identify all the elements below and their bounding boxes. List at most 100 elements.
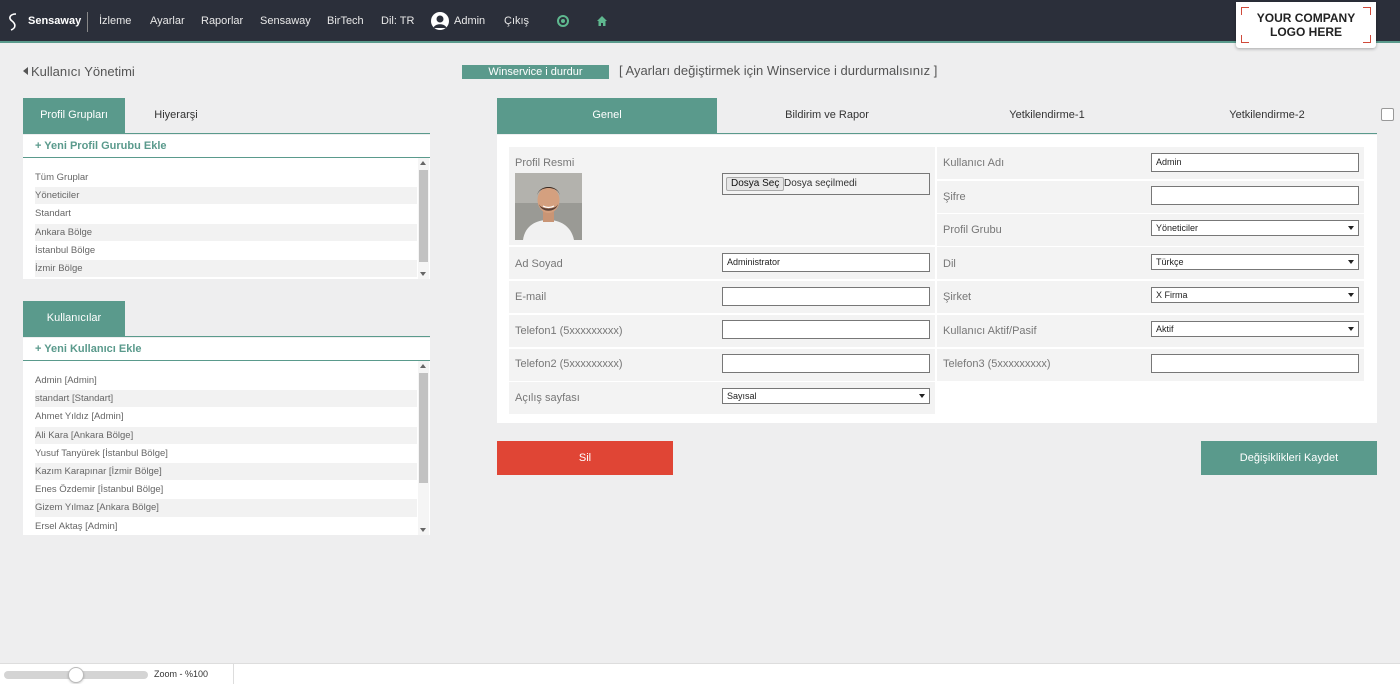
tab-general[interactable]: Genel (497, 98, 717, 133)
tab-authorization-1[interactable]: Yetkilendirme-1 (937, 98, 1157, 133)
email-input[interactable] (722, 287, 930, 306)
active-select[interactable]: Aktif (1151, 321, 1359, 337)
file-status-text: Dosya seçilmedi (784, 178, 857, 189)
users-tab-bar: Kullanıcılar (23, 301, 430, 337)
phone3-label: Telefon3 (5xxxxxxxxx) (943, 358, 1051, 370)
nav-language[interactable]: Dil: TR (381, 15, 414, 27)
add-profile-group-button[interactable]: + Yeni Profil Gurubu Ekle (23, 135, 430, 158)
profile-photo-label: Profil Resmi (515, 157, 575, 169)
top-bar: Sensaway İzleme Ayarlar Raporlar Sensawa… (0, 0, 1400, 48)
user-avatar-icon[interactable] (431, 12, 449, 30)
tab-notification-report[interactable]: Bildirim ve Rapor (717, 98, 937, 133)
profile-group-select[interactable]: Yöneticiler (1151, 220, 1359, 236)
list-item[interactable]: Tüm Gruplar (35, 169, 417, 188)
username-label: Kullanıcı Adı (943, 157, 1005, 169)
email-label: E-mail (515, 291, 547, 303)
zoom-label: Zoom - %100 (154, 669, 209, 679)
profile-photo-file-input[interactable]: Dosya Seç Dosya seçilmedi (722, 173, 930, 195)
status-indicator-icon[interactable] (557, 15, 569, 27)
nav-sensaway[interactable]: Sensaway (260, 15, 311, 27)
settings-tab-bar: Genel Bildirim ve Rapor Yetkilendirme-1 … (497, 98, 1377, 134)
phone1-label: Telefon1 (5xxxxxxxxx) (515, 325, 623, 337)
nav-settings[interactable]: Ayarlar (150, 15, 185, 27)
tab-checkbox[interactable] (1381, 108, 1394, 121)
full-name-input[interactable]: Administrator (722, 253, 930, 272)
list-item[interactable]: İstanbul Bölge (35, 242, 417, 260)
list-item[interactable]: Standart (35, 205, 417, 224)
tab-users[interactable]: Kullanıcılar (23, 301, 125, 336)
scroll-down-icon[interactable] (420, 272, 426, 276)
choose-file-button[interactable]: Dosya Seç (726, 177, 785, 191)
active-value: Aktif (1156, 324, 1174, 334)
phone3-input[interactable] (1151, 354, 1359, 373)
password-label: Şifre (943, 191, 966, 203)
stop-winservice-button[interactable]: Winservice i durdur (462, 65, 609, 79)
list-item[interactable]: Yusuf Tanyürek [İstanbul Bölge] (35, 445, 417, 463)
scroll-down-icon[interactable] (420, 528, 426, 532)
password-input[interactable] (1151, 186, 1359, 205)
list-item[interactable]: Ali Kara [Ankara Bölge] (35, 426, 417, 445)
profile-group-value: Yöneticiler (1156, 223, 1199, 233)
users-list: Admin [Admin] standart [Standart] Ahmet Yı… (23, 361, 430, 535)
page-title[interactable]: Kullanıcı Yönetimi (23, 64, 135, 79)
list-item[interactable]: Kazım Karapınar [İzmir Bölge] (35, 462, 417, 482)
sensaway-logo-icon (9, 13, 17, 31)
list-item[interactable]: Yöneticiler (35, 187, 417, 206)
zoom-slider-handle[interactable] (68, 667, 84, 683)
list-item[interactable]: standart [Standart] (35, 390, 417, 409)
company-logo-text: YOUR COMPANY LOGO HERE (1256, 11, 1356, 39)
scroll-thumb[interactable] (419, 373, 428, 483)
language-label: Dil (943, 258, 956, 270)
profile-photo (515, 173, 582, 240)
list-item[interactable]: Ersel Aktaş [Admin] (35, 518, 417, 535)
groups-list: Tüm Gruplar Yöneticiler Standart Ankara Böl… (23, 158, 430, 279)
profile-group-label: Profil Grubu (943, 224, 1002, 236)
brand-divider (87, 12, 88, 32)
active-label: Kullanıcı Aktif/Pasif (943, 325, 1037, 337)
save-changes-button[interactable]: Değişiklikleri Kaydet (1201, 441, 1377, 475)
scroll-thumb[interactable] (419, 170, 428, 262)
nav-logout[interactable]: Çıkış (504, 15, 529, 27)
list-item[interactable]: Ahmet Yıldız [Admin] (35, 408, 417, 427)
groups-scrollbar[interactable] (418, 158, 429, 279)
company-label: Şirket (943, 291, 972, 303)
scroll-up-icon[interactable] (420, 161, 426, 165)
back-arrow-icon[interactable] (23, 67, 28, 75)
list-item[interactable]: Admin [Admin] (35, 372, 417, 391)
company-logo: YOUR COMPANY LOGO HERE (1236, 2, 1376, 48)
footer-bar: Zoom - %100 (0, 663, 1400, 684)
footer-divider (233, 664, 234, 684)
scroll-up-icon[interactable] (420, 364, 426, 368)
page-title-text: Kullanıcı Yönetimi (31, 64, 135, 79)
tab-hierarchy[interactable]: Hiyerarşi (125, 98, 227, 133)
company-value: X Firma (1156, 290, 1188, 300)
phone1-input[interactable] (722, 320, 930, 339)
tab-authorization-2[interactable]: Yetkilendirme-2 (1157, 98, 1377, 133)
groups-tab-bar: Profil Grupları Hiyerarşi (23, 98, 430, 134)
tab-profile-groups[interactable]: Profil Grupları (23, 98, 125, 133)
phone2-input[interactable] (722, 354, 930, 373)
full-name-label: Ad Soyad (515, 258, 563, 270)
home-icon[interactable] (596, 15, 608, 27)
language-select[interactable]: Türkçe (1151, 254, 1359, 270)
nav-monitoring[interactable]: İzleme (99, 15, 131, 27)
home-page-value: Sayısal (727, 391, 757, 401)
nav-user[interactable]: Admin (454, 15, 485, 27)
list-item[interactable]: Ankara Bölge (35, 223, 417, 242)
company-select[interactable]: X Firma (1151, 287, 1359, 303)
delete-button[interactable]: Sil (497, 441, 673, 475)
users-scrollbar[interactable] (418, 361, 429, 535)
dropdown-arrow-icon (1348, 226, 1354, 230)
add-user-button[interactable]: + Yeni Kullanıcı Ekle (23, 338, 430, 361)
list-item[interactable]: İzmir Bölge (35, 259, 417, 279)
home-page-select[interactable]: Sayısal (722, 388, 930, 404)
username-input[interactable]: Admin (1151, 153, 1359, 172)
dropdown-arrow-icon (919, 394, 925, 398)
nav-reports[interactable]: Raporlar (201, 15, 243, 27)
list-item[interactable]: Enes Özdemir [İstanbul Bölge] (35, 481, 417, 500)
list-item[interactable]: Gizem Yılmaz [Ankara Bölge] (35, 499, 417, 518)
winservice-note: [ Ayarları değiştirmek için Winservice i… (619, 63, 938, 78)
nav-birtech[interactable]: BirTech (327, 15, 364, 27)
dropdown-arrow-icon (1348, 293, 1354, 297)
phone2-label: Telefon2 (5xxxxxxxxx) (515, 358, 623, 370)
